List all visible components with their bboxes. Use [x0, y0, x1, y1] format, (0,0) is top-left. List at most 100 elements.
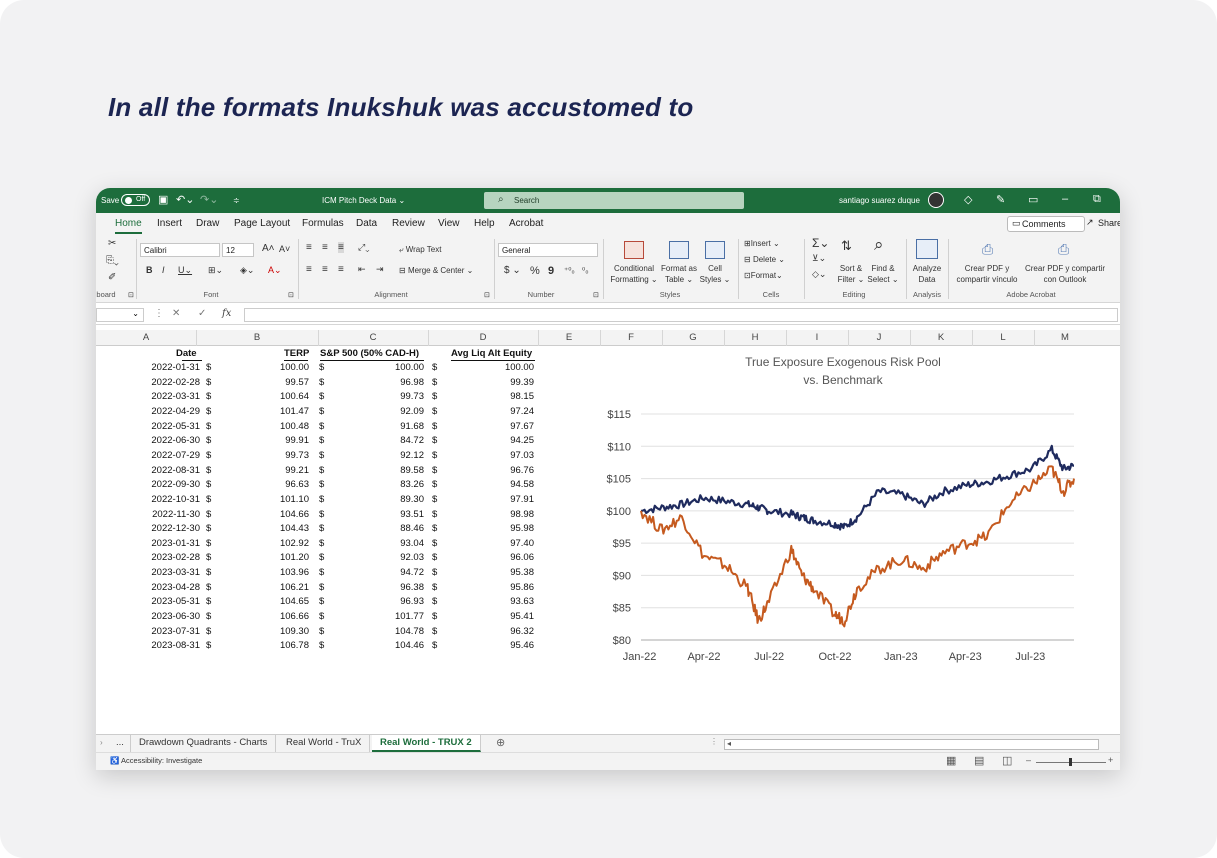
comma-icon[interactable]: 9 [548, 265, 554, 277]
redo-icon[interactable]: ↷⌄ [200, 193, 218, 206]
font-launcher-icon[interactable]: ⊡ [288, 291, 294, 299]
accessibility-status[interactable]: ♿ Accessibility: Investigate [110, 756, 202, 765]
cell-liq-alt[interactable]: 95.46 [481, 640, 534, 651]
cell-date[interactable]: 2022-06-30 [146, 435, 200, 446]
cell-currency[interactable]: $ [432, 509, 442, 520]
cell-currency[interactable]: $ [206, 391, 216, 402]
number-launcher-icon[interactable]: ⊡ [593, 291, 599, 299]
cell-currency[interactable]: $ [206, 523, 216, 534]
name-box[interactable]: ⌄ [96, 308, 144, 322]
cell-currency[interactable]: $ [319, 582, 329, 593]
cell-currency[interactable]: $ [319, 567, 329, 578]
decrease-indent-icon[interactable]: ⇤ [358, 264, 366, 275]
cell-liq-alt[interactable]: 98.98 [481, 509, 534, 520]
cell-currency[interactable]: $ [206, 596, 216, 607]
cell-liq-alt[interactable]: 93.63 [481, 596, 534, 607]
cell-currency[interactable]: $ [206, 626, 216, 637]
shrink-font-icon[interactable]: A˅ [279, 244, 290, 254]
cell-liq-alt[interactable]: 94.58 [481, 479, 534, 490]
cell-currency[interactable]: $ [319, 450, 329, 461]
merge-center-button[interactable]: ⊟ Merge & Center ⌄ [399, 266, 473, 275]
tab-draw[interactable]: Draw [196, 218, 219, 229]
italic-icon[interactable]: I [162, 265, 165, 275]
cell-sp500[interactable]: 100.00 [371, 362, 424, 373]
document-name[interactable]: ICM Pitch Deck Data ⌄ [322, 196, 405, 205]
cell-currency[interactable]: $ [432, 377, 442, 388]
col-g[interactable]: G [662, 332, 724, 343]
cell-liq-alt[interactable]: 96.76 [481, 465, 534, 476]
cell-date[interactable]: 2023-05-31 [146, 596, 200, 607]
zoom-slider-thumb[interactable] [1069, 758, 1072, 766]
cell-currency[interactable]: $ [432, 479, 442, 490]
scroll-left-arrow-icon[interactable]: ◂ [727, 739, 731, 748]
cell-sp500[interactable]: 99.73 [371, 391, 424, 402]
borders-icon[interactable]: ⊞⌄ [208, 265, 223, 276]
cell-sp500[interactable]: 96.93 [371, 596, 424, 607]
col-b[interactable]: B [196, 332, 318, 343]
cell-date[interactable]: 2022-01-31 [146, 362, 200, 373]
tab-home[interactable]: Home [115, 218, 142, 234]
cell-liq-alt[interactable]: 97.24 [481, 406, 534, 417]
align-middle-icon[interactable]: ≡ [322, 242, 328, 253]
formula-input[interactable] [244, 308, 1118, 322]
cell-sp500[interactable]: 93.04 [371, 538, 424, 549]
cell-currency[interactable]: $ [432, 596, 442, 607]
tab-insert[interactable]: Insert [157, 218, 182, 229]
cell-currency[interactable]: $ [319, 377, 329, 388]
find-select-button[interactable]: Find & Select ⌄ [866, 263, 900, 285]
decrease-decimal-icon[interactable]: ⁰₀ [582, 266, 589, 275]
diamond-icon[interactable]: ◇ [964, 193, 972, 206]
insert-function-icon[interactable]: fx [222, 308, 231, 319]
cell-terp[interactable]: 100.64 [256, 391, 309, 402]
cell-date[interactable]: 2023-08-31 [146, 640, 200, 651]
line-chart[interactable]: True Exposure Exogenous Risk Pool vs. Be… [596, 354, 1090, 674]
col-a[interactable]: A [96, 332, 196, 343]
currency-icon[interactable]: $ ⌄ [504, 265, 521, 276]
undo-icon[interactable]: ↶⌄ [176, 193, 194, 206]
cell-date[interactable]: 2022-05-31 [146, 421, 200, 432]
cell-currency[interactable]: $ [319, 509, 329, 520]
tab-review[interactable]: Review [392, 218, 425, 229]
clipboard-launcher-icon[interactable]: ⊡ [128, 291, 134, 299]
worksheet[interactable]: Date TERP S&P 500 (50% CAD-H) Avg Liq Al… [96, 346, 1120, 734]
cell-date[interactable]: 2022-11-30 [146, 509, 200, 520]
col-l[interactable]: L [972, 332, 1034, 343]
header-terp[interactable]: TERP [284, 348, 309, 359]
cell-styles-button[interactable]: Cell Styles ⌄ [698, 263, 732, 285]
tab-data[interactable]: Data [356, 218, 377, 229]
cell-terp[interactable]: 106.66 [256, 611, 309, 622]
cell-date[interactable]: 2023-02-28 [146, 552, 200, 563]
cell-liq-alt[interactable]: 98.15 [481, 391, 534, 402]
cancel-icon[interactable]: ✕ [172, 308, 180, 319]
cell-terp[interactable]: 100.00 [256, 362, 309, 373]
cell-sp500[interactable]: 84.72 [371, 435, 424, 446]
cell-date[interactable]: 2022-02-28 [146, 377, 200, 388]
sort-filter-icon[interactable]: ⇅ [841, 238, 852, 254]
tab-view[interactable]: View [438, 218, 460, 229]
cell-liq-alt[interactable]: 95.86 [481, 582, 534, 593]
cell-currency[interactable]: $ [319, 596, 329, 607]
font-name-select[interactable]: Calibri [140, 243, 220, 257]
cell-liq-alt[interactable]: 100.00 [481, 362, 534, 373]
cell-currency[interactable]: $ [206, 538, 216, 549]
cell-terp[interactable]: 106.21 [256, 582, 309, 593]
cell-currency[interactable]: $ [432, 611, 442, 622]
cell-sp500[interactable]: 96.38 [371, 582, 424, 593]
horizontal-scrollbar[interactable]: ◂ [724, 739, 1099, 750]
cell-date[interactable]: 2022-07-29 [146, 450, 200, 461]
cell-currency[interactable]: $ [206, 494, 216, 505]
cell-liq-alt[interactable]: 95.98 [481, 523, 534, 534]
pdf-outlook-button[interactable]: Crear PDF y compartir con Outlook [1020, 263, 1110, 285]
user-name[interactable]: santiago suarez duque [839, 196, 920, 205]
tab-help[interactable]: Help [474, 218, 495, 229]
cell-currency[interactable]: $ [432, 421, 442, 432]
cell-date[interactable]: 2022-08-31 [146, 465, 200, 476]
cell-date[interactable]: 2022-04-29 [146, 406, 200, 417]
cell-currency[interactable]: $ [206, 421, 216, 432]
sort-filter-button[interactable]: Sort & Filter ⌄ [834, 263, 868, 285]
cell-terp[interactable]: 109.30 [256, 626, 309, 637]
cell-currency[interactable]: $ [206, 406, 216, 417]
zoom-in-icon[interactable]: + [1108, 755, 1113, 765]
minimize-icon[interactable]: – [1062, 193, 1068, 205]
cell-terp[interactable]: 99.21 [256, 465, 309, 476]
